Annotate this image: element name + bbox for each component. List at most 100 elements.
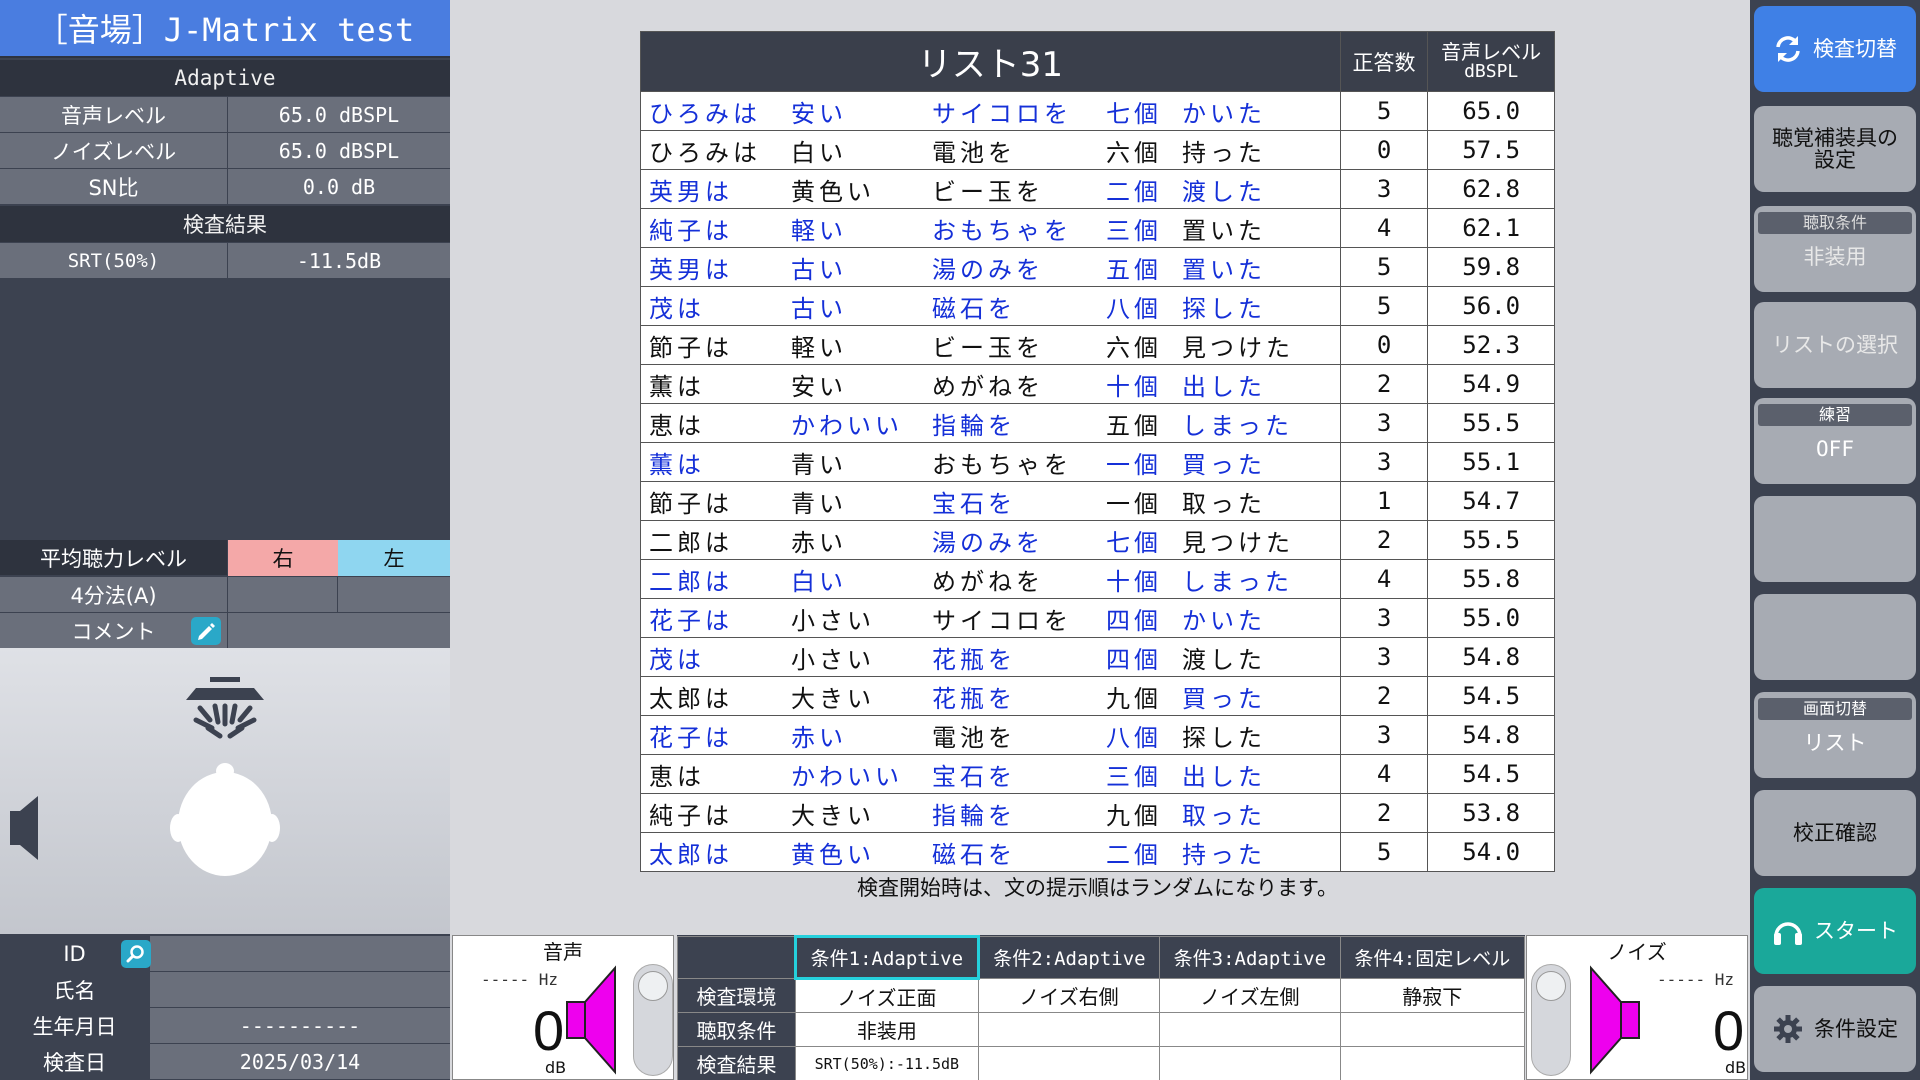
sentence-cell: 純子は 軽い おもちゃを 三個 置いた xyxy=(640,208,1341,248)
condition-settings-button[interactable]: 条件設定 xyxy=(1754,986,1916,1072)
correct-count: 2 xyxy=(1339,364,1429,404)
voice-meter: 音声 ----- Hz 0 dB xyxy=(452,935,674,1080)
word: 大きい xyxy=(791,801,875,830)
condition-value: ノイズ左側 xyxy=(1159,978,1341,1013)
practice-value: OFF xyxy=(1816,437,1854,461)
conditions-table: 条件1:Adaptive 条件2:Adaptive 条件3:Adaptive 条… xyxy=(677,935,1526,1080)
param-label: 音声レベル xyxy=(0,97,228,133)
presentation-level: 54.9 xyxy=(1427,364,1555,404)
presentation-level: 54.5 xyxy=(1427,754,1555,794)
tab-condition-4[interactable]: 条件4:固定レベル xyxy=(1339,936,1526,979)
screen-switch-value: リスト xyxy=(1803,731,1867,755)
correct-count: 3 xyxy=(1339,637,1429,677)
sentence-cell: 英男は 古い 湯のみを 五個 置いた xyxy=(640,247,1341,287)
sentence-cell: 薫は 安い めがねを 十個 出した xyxy=(640,364,1341,404)
correct-word: しまった xyxy=(1182,567,1294,596)
left-panel: ［音場］J-Matrix test Adaptive 音声レベル 65.0 dB… xyxy=(0,0,450,1080)
correct-count: 3 xyxy=(1339,598,1429,638)
correct-word: おもちゃを xyxy=(932,216,1072,245)
condition-value: ノイズ右側 xyxy=(977,978,1161,1013)
side-speaker-icon xyxy=(10,796,38,860)
sentence-cell: 茂は 小さい 花瓶を 四個 渡した xyxy=(640,637,1341,677)
correct-word: 湯のみを xyxy=(932,528,1044,557)
correct-word: 宝石を xyxy=(932,489,1016,518)
list-header-row: リスト31 正答数 音声レベル dBSPL xyxy=(640,31,1555,92)
correct-word: 二個 xyxy=(1106,840,1162,869)
correct-count: 2 xyxy=(1339,520,1429,560)
word: 九個 xyxy=(1106,684,1162,713)
condition-value xyxy=(1339,1012,1526,1047)
word: 二郎は xyxy=(649,528,733,557)
voice-slider-knob[interactable] xyxy=(638,971,668,1001)
hearing-aid-label-2: 設定 xyxy=(1814,148,1856,172)
start-button[interactable]: スタート xyxy=(1754,888,1916,974)
noise-meter: ノイズ ----- Hz 0 dB xyxy=(1526,935,1748,1080)
sentence-row: 花子は 赤い 電池を 八個 探した 3 54.8 xyxy=(640,715,1555,755)
col-level-header: 音声レベル dBSPL xyxy=(1427,31,1555,92)
sentence-row: 恵は かわいい 指輪を 五個 しまった 3 55.5 xyxy=(640,403,1555,443)
patient-birth-value: ---------- xyxy=(150,1008,450,1044)
list-title: リスト31 xyxy=(640,31,1341,92)
switch-test-label: 検査切替 xyxy=(1813,36,1897,61)
voice-meter-title: 音声 xyxy=(543,940,583,964)
presentation-level: 55.5 xyxy=(1427,520,1555,560)
word: サイコロを xyxy=(932,606,1072,635)
word: 九個 xyxy=(1106,801,1162,830)
sentence-cell: 二郎は 赤い 湯のみを 七個 見つけた xyxy=(640,520,1341,560)
right-panel: 検査切替 聴覚補装具の 設定 聴取条件 非装用 リストの選択 練習 OFF 画面… xyxy=(1750,0,1920,1080)
result-label: SRT(50%) xyxy=(0,243,228,279)
noise-slider-knob[interactable] xyxy=(1536,971,1566,1001)
correct-word: 二郎は xyxy=(649,567,733,596)
condition-value xyxy=(977,1012,1161,1047)
search-icon[interactable] xyxy=(121,940,151,968)
sentence-cell: 純子は 大きい 指輪を 九個 取った xyxy=(640,793,1341,833)
condition-value xyxy=(1159,1046,1341,1080)
tab-condition-1[interactable]: 条件1:Adaptive xyxy=(794,935,980,980)
edit-comment-icon[interactable] xyxy=(191,617,221,645)
correct-word: 三個 xyxy=(1106,216,1162,245)
sentence-row: 薫は 青い おもちゃを 一個 買った 3 55.1 xyxy=(640,442,1555,482)
practice-toggle[interactable]: 練習 OFF xyxy=(1754,398,1916,484)
patient-date-value: 2025/03/14 xyxy=(150,1044,450,1080)
correct-word: 軽い xyxy=(791,216,847,245)
word: 白い xyxy=(791,138,847,167)
presentation-level: 54.7 xyxy=(1427,481,1555,521)
correct-word: 二個 xyxy=(1106,177,1162,206)
correct-word: 三個 xyxy=(1106,762,1162,791)
screen-switch-caption: 画面切替 xyxy=(1758,698,1912,720)
sentence-cell: 茂は 古い 磁石を 八個 探した xyxy=(640,286,1341,326)
word: 純子は xyxy=(649,801,733,830)
presentation-level: 55.5 xyxy=(1427,403,1555,443)
sentence-row: 恵は かわいい 宝石を 三個 出した 4 54.5 xyxy=(640,754,1555,794)
results-header-label: 検査結果 xyxy=(183,213,267,237)
conditions-panel: 条件1:Adaptive 条件2:Adaptive 条件3:Adaptive 条… xyxy=(677,935,1526,1080)
sentence-cell: 太郎は 黄色い 磁石を 二個 持った xyxy=(640,832,1341,872)
hearing-aid-settings-button[interactable]: 聴覚補装具の 設定 xyxy=(1754,106,1916,192)
listening-condition-caption: 聴取条件 xyxy=(1758,212,1912,234)
voice-level-slider[interactable] xyxy=(633,964,673,1076)
sentence-row: 茂は 小さい 花瓶を 四個 渡した 3 54.8 xyxy=(640,637,1555,677)
tab-condition-2[interactable]: 条件2:Adaptive xyxy=(977,936,1161,979)
sentence-cell: ひろみは 白い 電池を 六個 持った xyxy=(640,130,1341,170)
listening-condition-display: 聴取条件 非装用 xyxy=(1754,206,1916,292)
correct-word: 七個 xyxy=(1106,528,1162,557)
correct-word: しまった xyxy=(1182,411,1294,440)
random-order-note: 検査開始時は、文の提示順はランダムになります。 xyxy=(857,876,1338,900)
correct-word: 買った xyxy=(1182,684,1266,713)
correct-word: 渡した xyxy=(1182,177,1266,206)
noise-unit: dB xyxy=(1725,1058,1747,1077)
screen-switch-button[interactable]: 画面切替 リスト xyxy=(1754,692,1916,778)
switch-test-button[interactable]: 検査切替 xyxy=(1754,6,1916,92)
correct-word: 指輪を xyxy=(932,411,1016,440)
presentation-level: 55.1 xyxy=(1427,442,1555,482)
condition-label: 検査環境 xyxy=(677,978,796,1013)
condition-row-environment: 検査環境 ノイズ正面 ノイズ右側 ノイズ左側 静寂下 xyxy=(677,978,1526,1013)
col-level-header-1: 音声レベル xyxy=(1441,39,1542,64)
noise-level-slider[interactable] xyxy=(1531,964,1571,1076)
empty-button-2 xyxy=(1754,594,1916,680)
tab-condition-3[interactable]: 条件3:Adaptive xyxy=(1159,936,1341,979)
presentation-level: 52.3 xyxy=(1427,325,1555,365)
patient-id-label-cell: ID xyxy=(0,936,151,972)
calibration-check-button[interactable]: 校正確認 xyxy=(1754,790,1916,876)
list-select-button[interactable]: リストの選択 xyxy=(1754,302,1916,388)
